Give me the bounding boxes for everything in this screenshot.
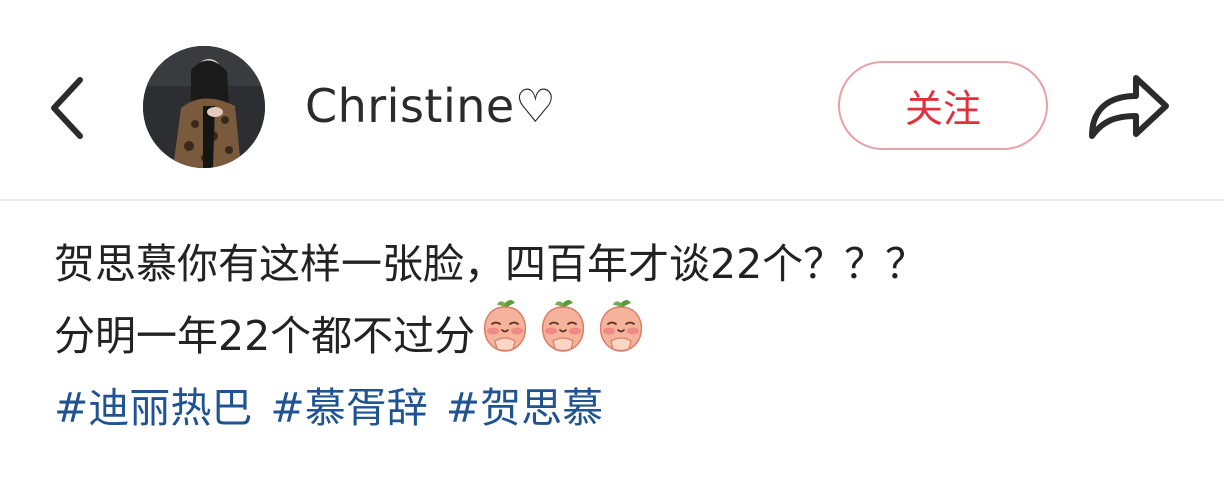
chevron-left-icon [51,77,83,139]
post-body: 贺思慕你有这样一张脸，四百年才谈22个？？？ 分明一年22个都不过分 #迪丽热巴… [54,228,1184,444]
hashtag-link[interactable]: #慕胥辞 [270,372,427,444]
emoji-row [475,297,649,375]
post-text-line-2: 分明一年22个都不过分 [54,300,1184,372]
share-button[interactable] [1082,66,1172,146]
avatar[interactable] [143,46,265,168]
avatar-image [143,46,265,168]
blushing-peach-emoji [600,300,643,352]
username[interactable]: Christine♡ [305,76,556,136]
header-divider [0,199,1224,201]
blushing-peach-emoji [484,300,527,352]
post-text-line-1: 贺思慕你有这样一张脸，四百年才谈22个？？？ [54,240,927,288]
back-button[interactable] [40,72,96,144]
hashtag-link[interactable]: #贺思慕 [446,372,603,444]
hashtag-row: #迪丽热巴 #慕胥辞 #贺思慕 [54,372,1184,444]
blushing-peach-emoji [542,300,585,352]
post-header: Christine♡ 关注 [0,0,1224,200]
hashtag-link[interactable]: #迪丽热巴 [54,372,252,444]
post-page: Christine♡ 关注 贺思慕你有这样一张脸，四百年才谈22个？？？ 分明一… [0,0,1224,500]
post-text-line-2-content: 分明一年22个都不过分 [54,312,476,360]
share-arrow-icon [1089,75,1169,139]
follow-button-label: 关注 [904,87,981,131]
follow-button[interactable]: 关注 [838,61,1048,150]
